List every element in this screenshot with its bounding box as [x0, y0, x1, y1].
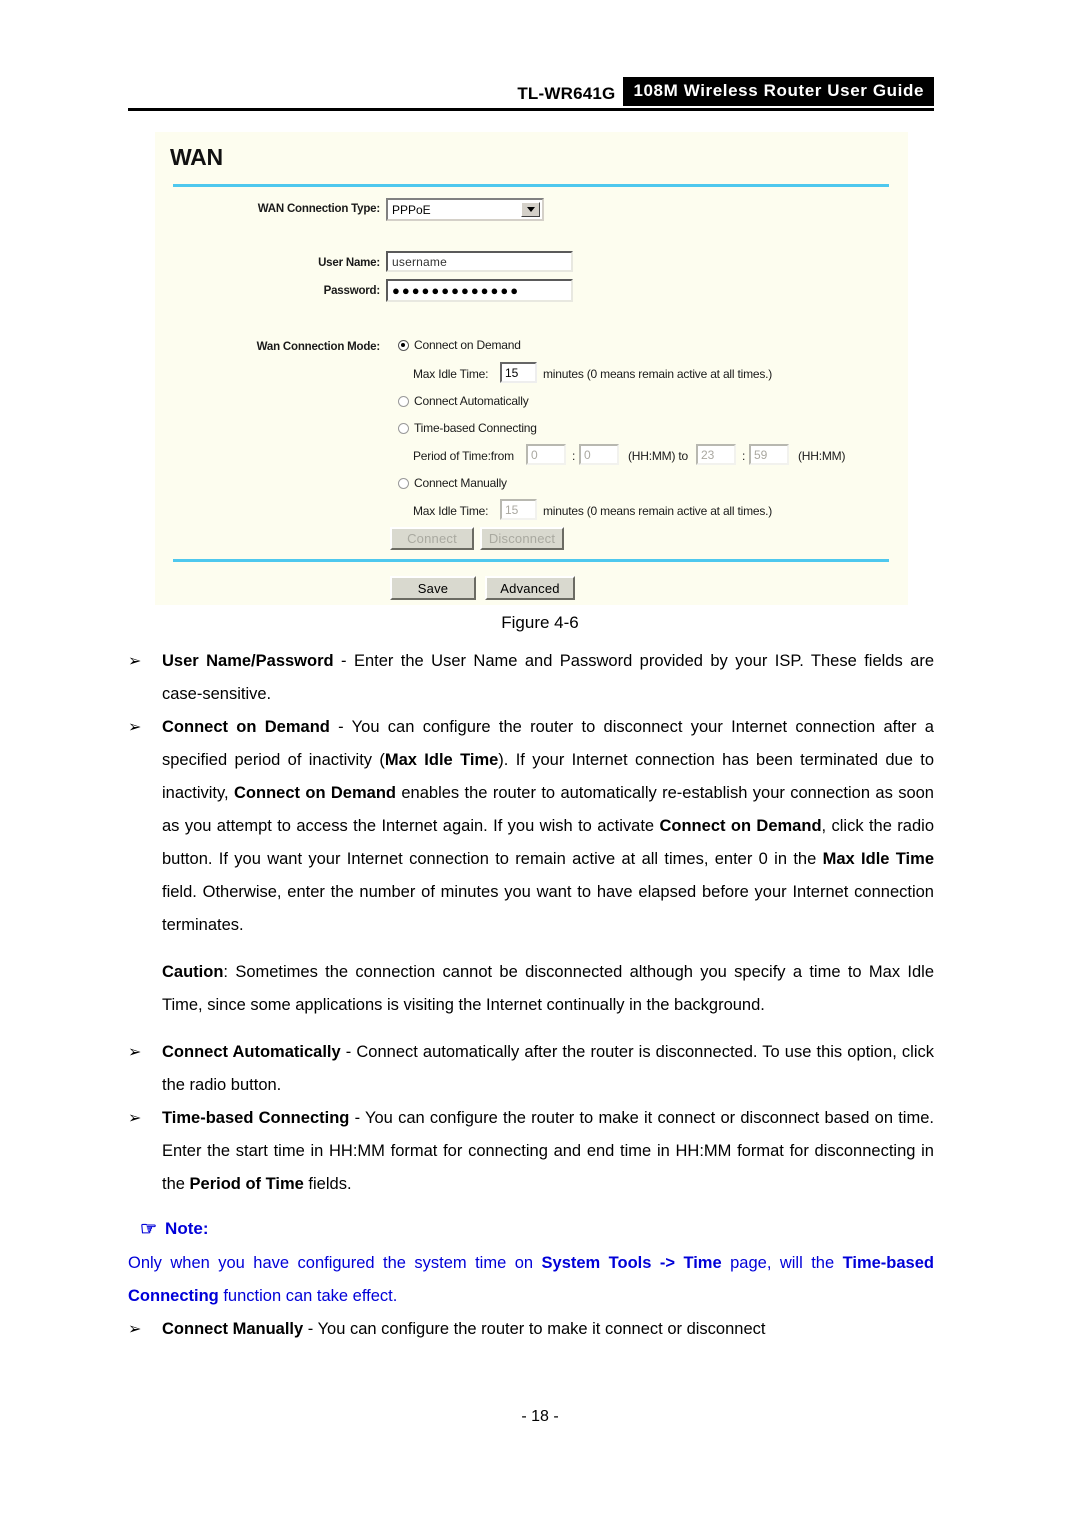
- radio-icon-unchecked[interactable]: [398, 395, 409, 407]
- demand-b3: Connect on Demand: [659, 817, 822, 835]
- term-connect-on-demand: Connect on Demand: [162, 718, 330, 736]
- label-max-idle-time-manual: Max Idle Time:: [413, 504, 489, 518]
- period-colon-1: :: [572, 449, 576, 463]
- term-user-name-password: User Name/Password: [162, 652, 334, 670]
- label-max-idle-time-demand: Max Idle Time:: [413, 367, 489, 381]
- demand-b2: Connect on Demand: [234, 784, 396, 802]
- bullet-text: Connect Automatically - Connect automati…: [162, 1036, 934, 1102]
- bullet-text: Time-based Connecting - You can configur…: [162, 1102, 934, 1201]
- bullet-arrow-icon: ➢: [128, 1044, 142, 1061]
- hint-max-idle-time-demand: minutes (0 means remain active at all ti…: [543, 367, 773, 381]
- label-period-of-time: Period of Time:from: [413, 449, 514, 463]
- wan-connection-type-select[interactable]: PPPoE: [386, 198, 544, 221]
- radio-connect-manually[interactable]: Connect Manually: [398, 476, 507, 490]
- header-row: TL-WR641G 108M Wireless Router User Guid…: [128, 77, 934, 106]
- bullet-connect-manually: ➢ Connect Manually - You can configure t…: [128, 1313, 934, 1346]
- term-connect-manually: Connect Manually: [162, 1320, 304, 1338]
- radio-connect-on-demand[interactable]: Connect on Demand: [398, 338, 521, 352]
- radio-icon-unchecked[interactable]: [398, 422, 409, 434]
- hint-max-idle-time-manual: minutes (0 means remain active at all ti…: [543, 504, 773, 518]
- term-time-based-connecting: Time-based Connecting: [162, 1109, 350, 1127]
- user-name-input[interactable]: username: [386, 251, 573, 272]
- radio-label-connect-manually: Connect Manually: [414, 476, 507, 490]
- dash: -: [340, 1043, 357, 1061]
- max-idle-time-demand-input[interactable]: 15: [500, 362, 537, 383]
- dash: -: [329, 718, 352, 736]
- demand-b4: Max Idle Time: [822, 850, 934, 868]
- bullet-arrow-icon: ➢: [128, 1321, 142, 1338]
- bullet-text: User Name/Password - Enter the User Name…: [162, 645, 934, 711]
- demand-p5: field. Otherwise, enter the number of mi…: [162, 883, 934, 934]
- label-user-name: User Name:: [318, 257, 380, 269]
- document-body: ➢ User Name/Password - Enter the User Na…: [128, 645, 934, 1346]
- model-name: TL-WR641G: [517, 84, 616, 103]
- note-b1: System Tools -> Time: [541, 1254, 722, 1272]
- connect-button[interactable]: Connect: [390, 527, 474, 550]
- radio-icon-unchecked[interactable]: [398, 477, 409, 489]
- bullet-user-name-password: ➢ User Name/Password - Enter the User Na…: [128, 645, 934, 711]
- period-format-hint-2: (HH:MM): [798, 449, 846, 463]
- radio-connect-automatically[interactable]: Connect Automatically: [398, 394, 529, 408]
- page-header: TL-WR641G 108M Wireless Router User Guid…: [128, 77, 934, 111]
- radio-label-time-based-connecting: Time-based Connecting: [414, 421, 537, 435]
- wan-settings-screenshot: WAN WAN Connection Type: PPPoE User Name…: [155, 132, 908, 605]
- label-wan-connection-mode: Wan Connection Mode:: [256, 341, 381, 353]
- bullet-text: Connect Manually - You can configure the…: [162, 1313, 934, 1346]
- note-p2: page, will the: [721, 1254, 843, 1272]
- guide-title-bar: 108M Wireless Router User Guide: [623, 77, 934, 106]
- caution-term: Caution: [162, 963, 224, 981]
- caution-text: : Sometimes the connection cannot be dis…: [162, 963, 934, 1014]
- period-to-hour-input[interactable]: 23: [696, 444, 736, 465]
- bullet-text: Connect on Demand - You can configure th…: [162, 711, 934, 942]
- bullet-arrow-icon: ➢: [128, 719, 142, 736]
- period-to-minute-input[interactable]: 59: [749, 444, 789, 465]
- save-button[interactable]: Save: [390, 576, 476, 600]
- disconnect-button[interactable]: Disconnect: [480, 527, 564, 550]
- radio-icon-checked[interactable]: [398, 339, 409, 351]
- note-p3: function can take effect.: [218, 1287, 398, 1305]
- radio-time-based-connecting[interactable]: Time-based Connecting: [398, 421, 537, 435]
- note-block: ☞ Note: Only when you have configured th…: [128, 1219, 934, 1313]
- header-rule: [128, 108, 934, 111]
- period-format-hint-1: (HH:MM) to: [628, 449, 688, 463]
- panel-title: WAN: [170, 144, 223, 170]
- note-title: Note:: [165, 1219, 209, 1238]
- radio-label-connect-automatically: Connect Automatically: [414, 394, 529, 408]
- wan-connection-type-value: PPPoE: [392, 202, 431, 217]
- label-wan-connection-type: WAN Connection Type:: [257, 203, 380, 215]
- bullet-connect-automatically: ➢ Connect Automatically - Connect automa…: [128, 1036, 934, 1102]
- caution-paragraph: Caution: Sometimes the connection cannot…: [162, 956, 934, 1022]
- term-connect-automatically: Connect Automatically: [162, 1043, 341, 1061]
- period-from-hour-input[interactable]: 0: [526, 444, 566, 465]
- chevron-down-icon[interactable]: [521, 202, 540, 217]
- dash: -: [333, 652, 354, 670]
- note-text: Only when you have configured the system…: [128, 1247, 934, 1313]
- body-text: You can configure the router to make it …: [317, 1320, 766, 1338]
- divider-top: [173, 184, 889, 187]
- bullet-arrow-icon: ➢: [128, 1110, 142, 1127]
- dash: -: [303, 1320, 318, 1338]
- bullet-time-based-connecting: ➢ Time-based Connecting - You can config…: [128, 1102, 934, 1201]
- note-heading: ☞ Note:: [140, 1219, 934, 1239]
- timebased-b1: Period of Time: [189, 1175, 304, 1193]
- bullet-arrow-icon: ➢: [128, 653, 142, 670]
- period-colon-2: :: [742, 449, 746, 463]
- note-p1: Only when you have configured the system…: [128, 1254, 542, 1272]
- timebased-p2: fields.: [303, 1175, 352, 1193]
- radio-label-connect-on-demand: Connect on Demand: [414, 338, 521, 352]
- bullet-connect-on-demand: ➢ Connect on Demand - You can configure …: [128, 711, 934, 942]
- label-password: Password:: [323, 285, 381, 297]
- divider-bottom: [173, 559, 889, 562]
- figure-caption: Figure 4-6: [501, 613, 579, 632]
- page-footer: - 18 -: [521, 1408, 559, 1425]
- advanced-button[interactable]: Advanced: [485, 576, 575, 600]
- password-input[interactable]: ●●●●●●●●●●●●●: [386, 279, 573, 302]
- dash: -: [349, 1109, 365, 1127]
- demand-b1: Max Idle Time: [384, 751, 499, 769]
- period-from-minute-input[interactable]: 0: [579, 444, 619, 465]
- max-idle-time-manual-input[interactable]: 15: [500, 499, 537, 520]
- pointing-hand-icon: ☞: [140, 1218, 158, 1240]
